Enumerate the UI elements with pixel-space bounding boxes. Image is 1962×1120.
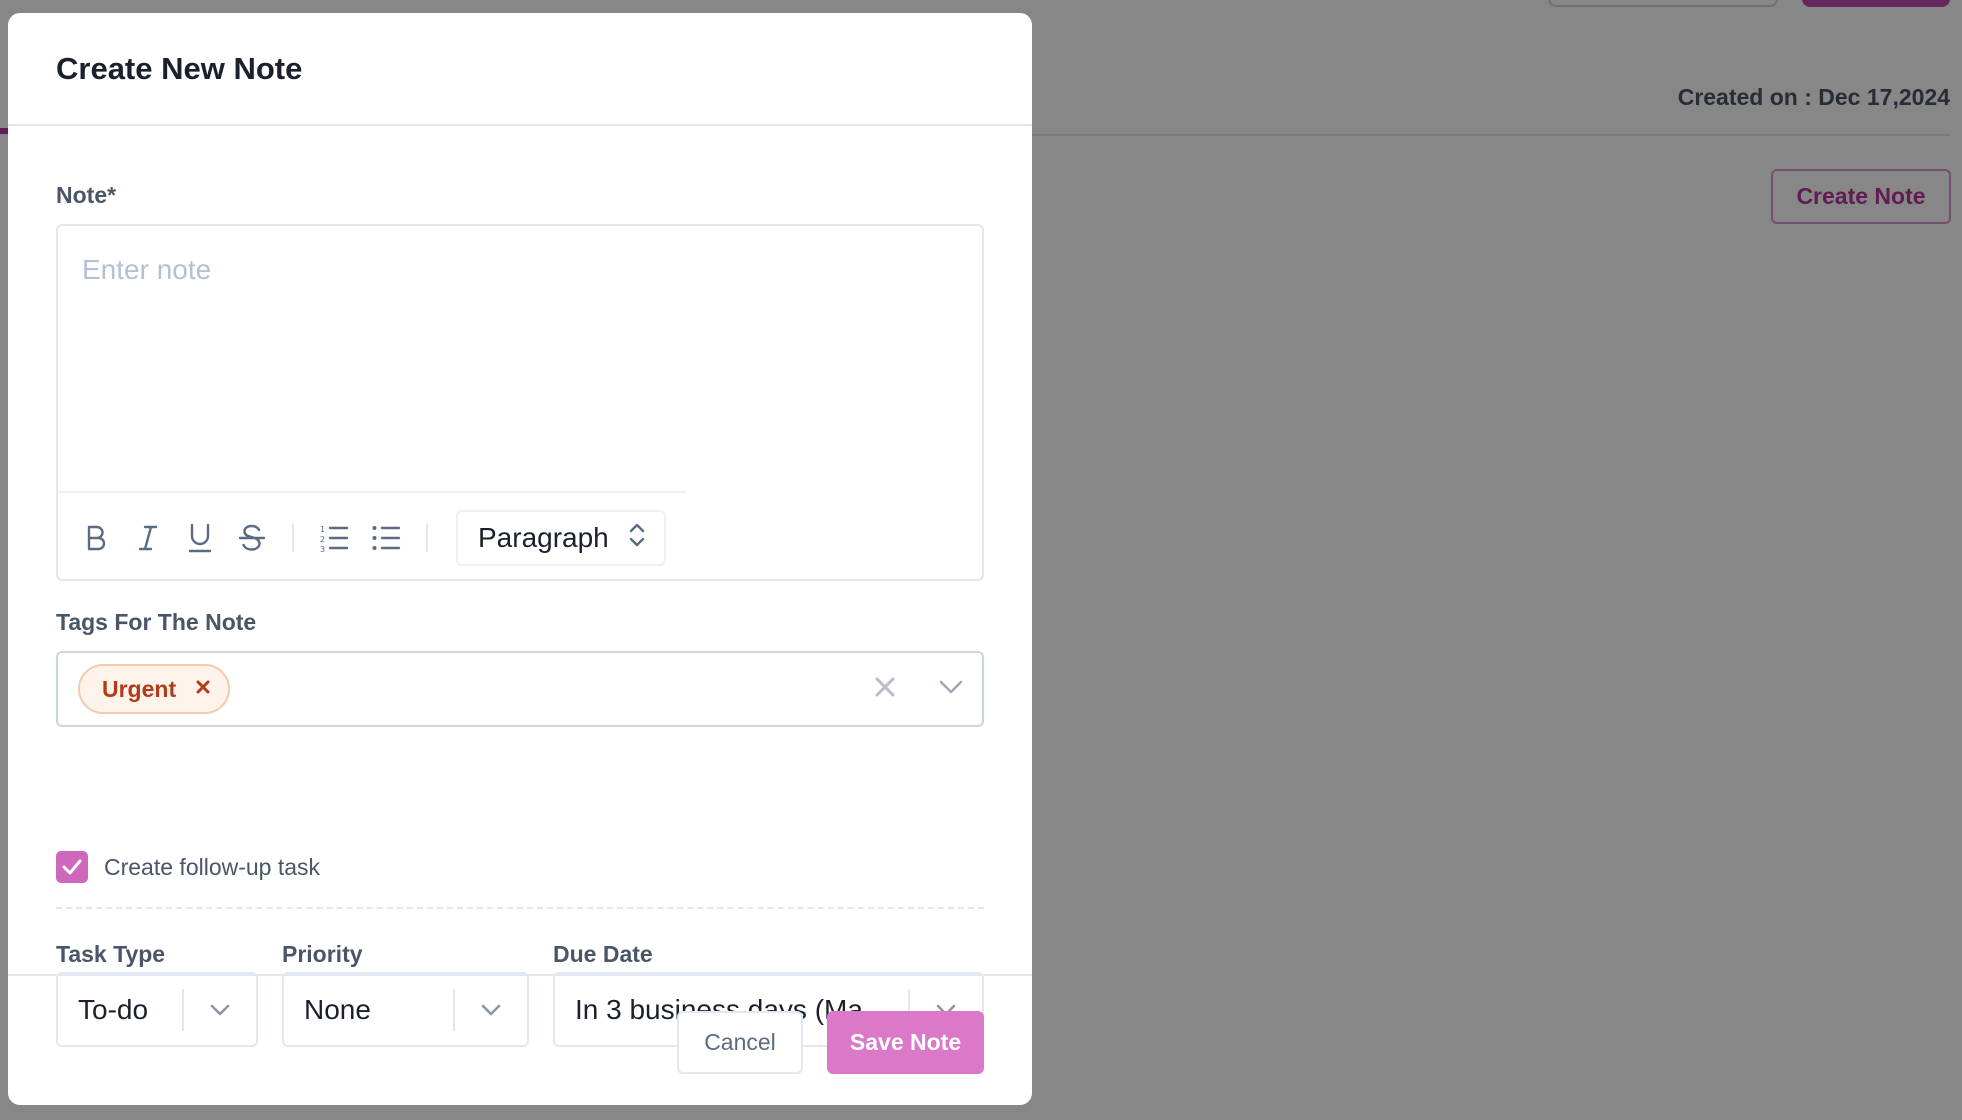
svg-text:1: 1 [320, 525, 325, 534]
note-label: Note* [56, 182, 117, 208]
follow-up-checkbox[interactable] [56, 851, 88, 883]
remove-tag-icon[interactable] [196, 680, 210, 699]
block-format-value: Paragraph [478, 522, 609, 553]
create-note-modal: Create New Note Note* Enter note 1 2 3 P… [8, 13, 1032, 1105]
updown-chevron-icon [628, 521, 646, 556]
task-type-label: Task Type [56, 941, 166, 967]
note-editor[interactable]: Enter note 123 Paragraph [56, 224, 984, 581]
toolbar-separator [426, 524, 428, 552]
tags-label: Tags For The Note [56, 609, 257, 635]
tag-label: Urgent [102, 675, 177, 702]
follow-up-label[interactable]: Create follow-up task [104, 854, 320, 881]
chevron-down-icon[interactable] [938, 679, 964, 700]
modal-header: Create New Note [8, 13, 1032, 126]
save-note-button[interactable]: Save Note [827, 1011, 984, 1074]
modal-footer: Cancel Save Note [8, 974, 1032, 1105]
italic-icon[interactable] [122, 512, 174, 564]
toolbar-separator [292, 524, 294, 552]
svg-text:3: 3 [320, 545, 325, 552]
note-input[interactable]: Enter note [58, 226, 982, 491]
block-format-select[interactable]: Paragraph [456, 510, 666, 566]
tags-controls [874, 653, 964, 725]
svg-text:2: 2 [320, 535, 325, 544]
due-date-label: Due Date [553, 941, 653, 967]
section-divider [56, 907, 984, 909]
tag-chip: Urgent [78, 664, 231, 714]
tags-select[interactable]: Urgent [56, 651, 984, 727]
follow-up-row: Create follow-up task [56, 851, 320, 883]
editor-toolbar-divider [58, 491, 686, 493]
underline-icon[interactable] [174, 512, 226, 564]
modal-title: Create New Note [56, 50, 303, 86]
cancel-button[interactable]: Cancel [677, 1011, 803, 1074]
bold-icon[interactable] [70, 512, 122, 564]
strikethrough-icon[interactable] [226, 512, 278, 564]
bullet-list-icon[interactable] [360, 512, 412, 564]
priority-label: Priority [282, 941, 363, 967]
editor-toolbar: 123 Paragraph [70, 510, 666, 566]
ordered-list-icon[interactable]: 123 [308, 512, 360, 564]
checkmark-icon [62, 859, 82, 875]
clear-icon[interactable] [874, 676, 896, 703]
